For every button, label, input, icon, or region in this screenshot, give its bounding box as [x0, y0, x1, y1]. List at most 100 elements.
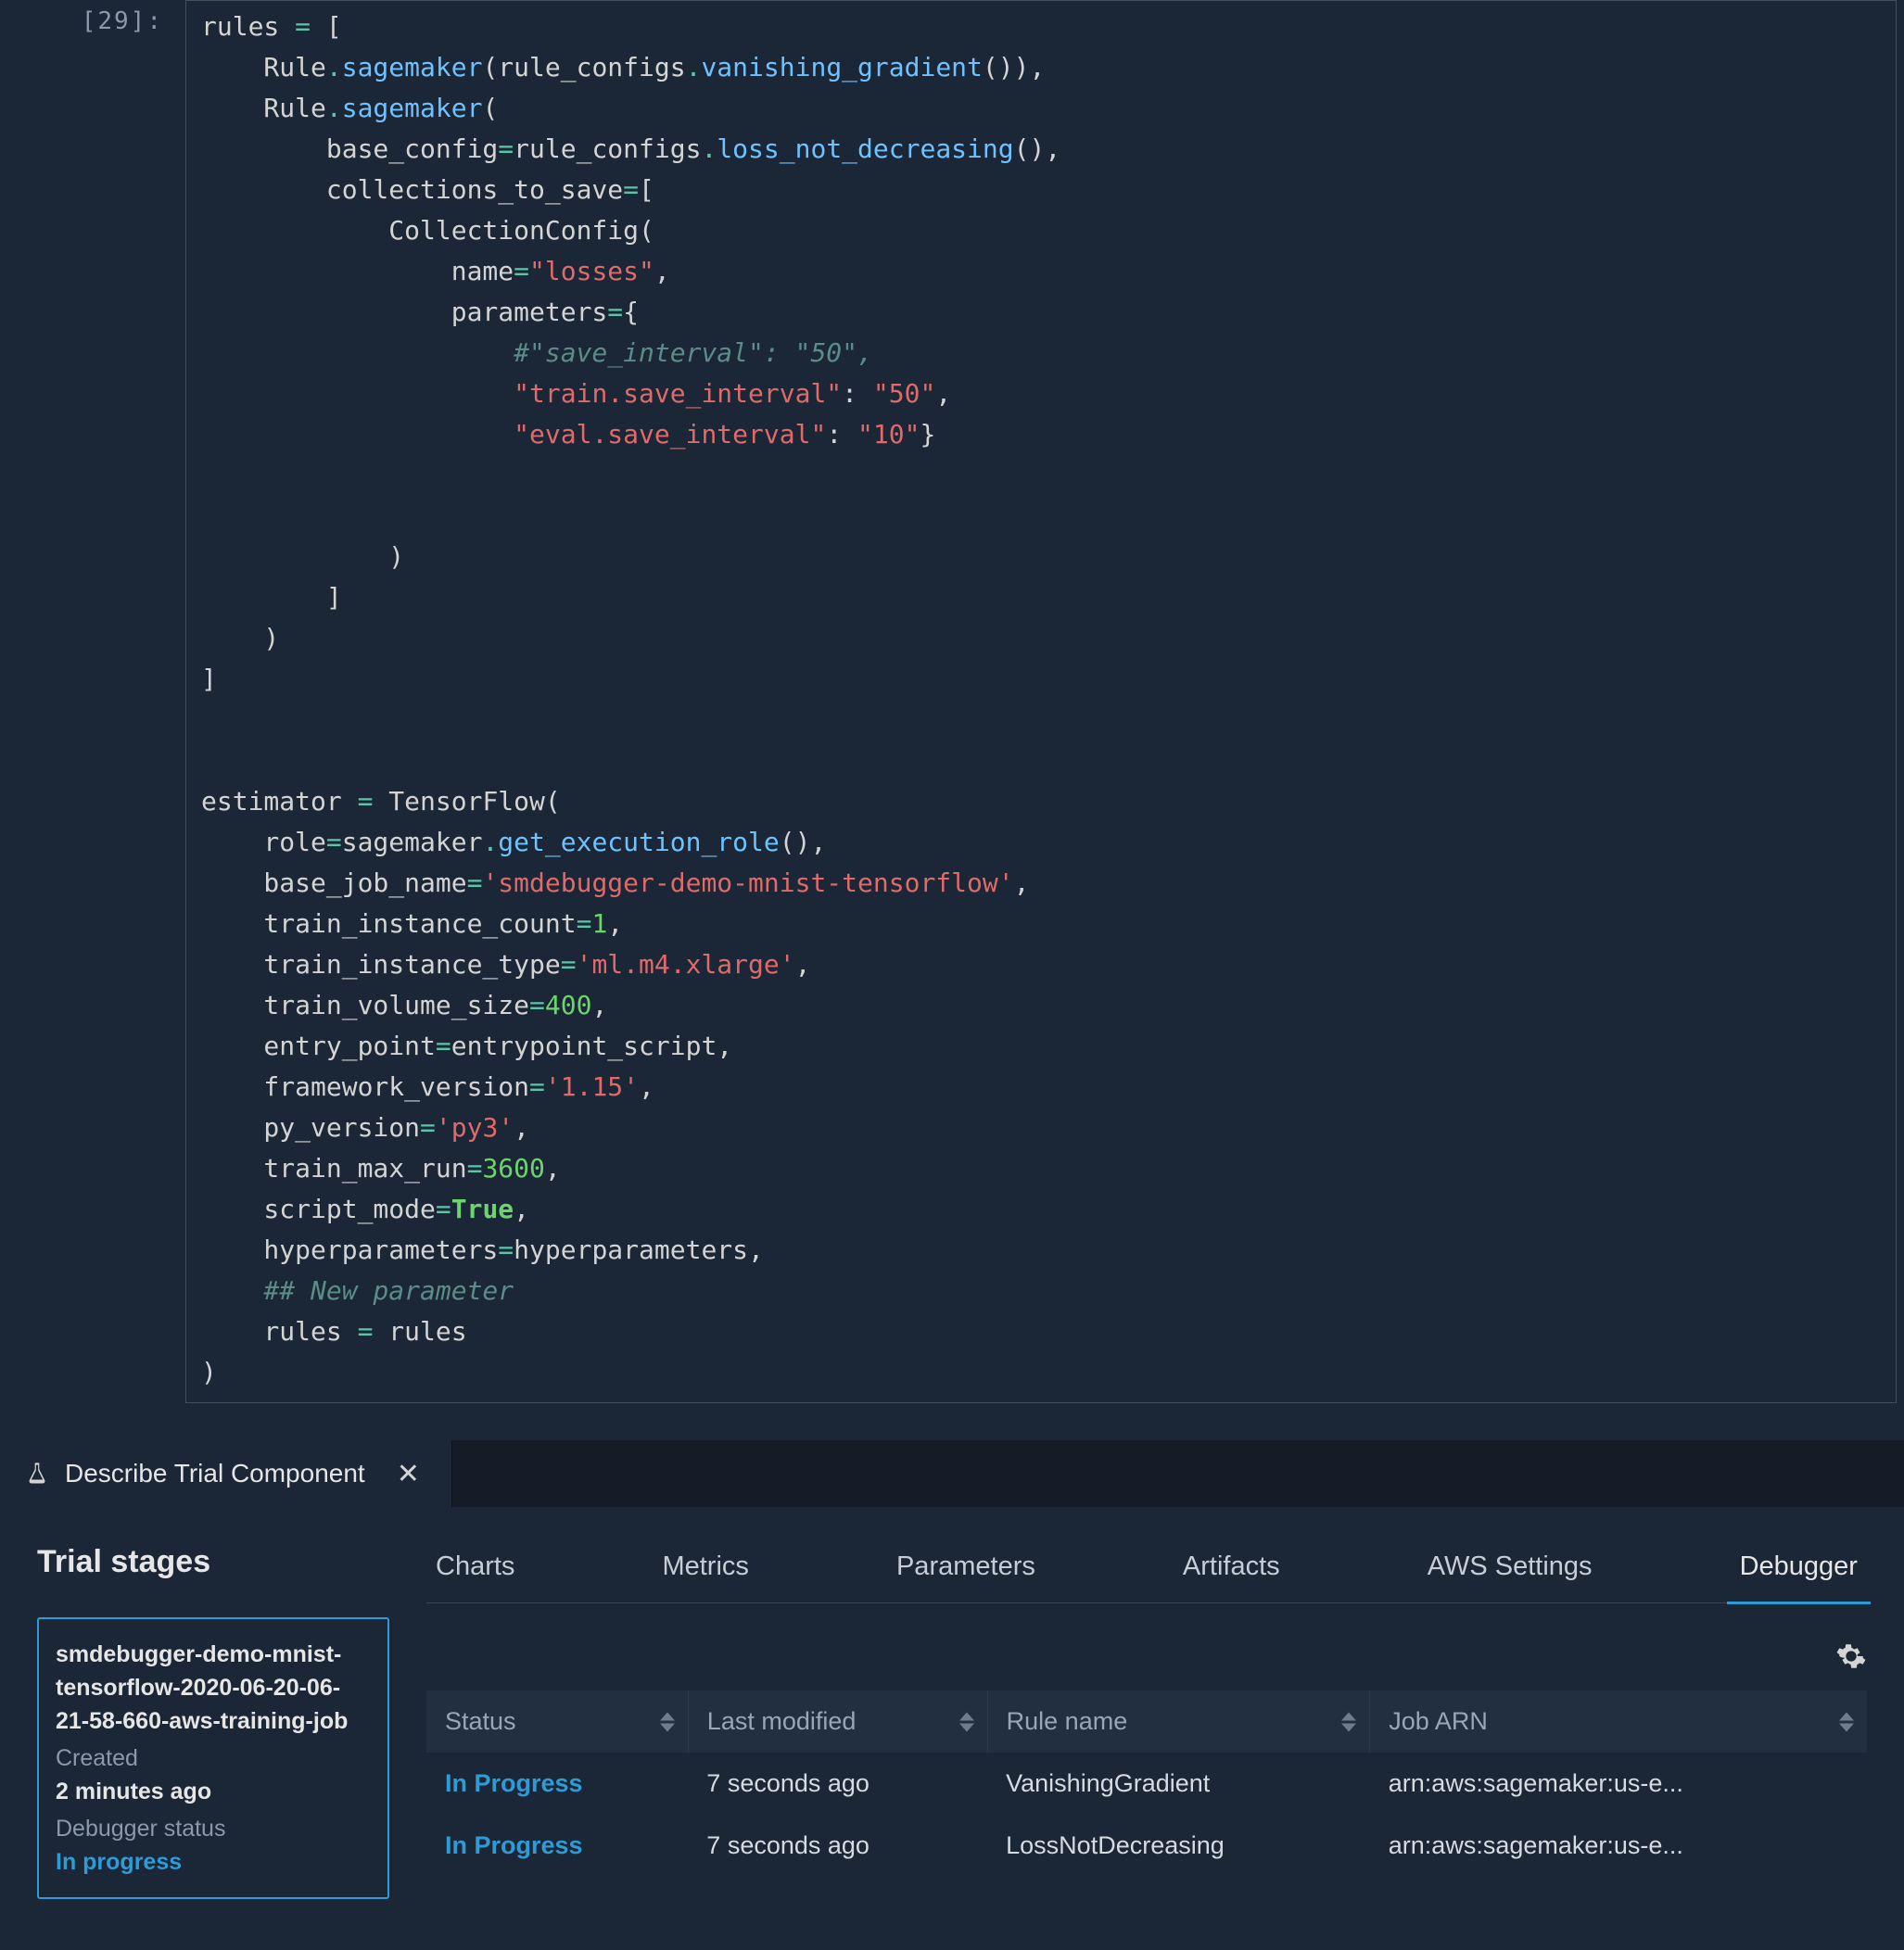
- code-token: :: [842, 378, 873, 409]
- code-token: ): [201, 623, 279, 653]
- code-token: =: [295, 11, 311, 42]
- code-token: (),: [780, 827, 827, 857]
- code-token: }: [920, 419, 935, 450]
- code-token: =: [326, 827, 342, 857]
- code-token: "train.save_interval": [514, 378, 842, 409]
- code-token: 400: [545, 990, 592, 1020]
- code-comment: ## New parameter: [201, 1275, 514, 1306]
- code-token: estimator: [201, 786, 358, 817]
- code-token: ): [201, 1357, 217, 1387]
- code-token: =: [498, 1235, 514, 1265]
- code-token: .: [482, 827, 498, 857]
- th-label: Job ARN: [1389, 1707, 1488, 1735]
- bottom-panel-tabs: Describe Trial Component ✕: [0, 1440, 1904, 1507]
- stage-dbg-label: Debugger status: [56, 1812, 371, 1845]
- code-token: :: [826, 419, 857, 450]
- code-token: ]: [201, 664, 217, 694]
- code-token: =: [467, 867, 483, 898]
- code-token: base_job_name: [201, 867, 467, 898]
- tab-artifacts[interactable]: Artifacts: [1174, 1551, 1289, 1582]
- trial-stages-heading: Trial stages: [37, 1544, 389, 1580]
- gear-row: [426, 1640, 1867, 1672]
- panel-content: Charts Metrics Parameters Artifacts AWS …: [426, 1544, 1867, 1899]
- table-row[interactable]: In Progress 7 seconds ago VanishingGradi…: [426, 1753, 1867, 1815]
- code-token: ,: [514, 1112, 529, 1143]
- code-token: (rule_configs: [482, 52, 685, 82]
- sort-icon[interactable]: [1839, 1712, 1854, 1731]
- code-token: =: [436, 1194, 451, 1224]
- gear-icon[interactable]: [1835, 1640, 1867, 1672]
- code-token: =: [436, 1031, 451, 1061]
- code-token: CollectionConfig(: [201, 215, 654, 246]
- code-token: [: [639, 174, 654, 205]
- stage-created-label: Created: [56, 1741, 371, 1775]
- code-token: [201, 378, 514, 409]
- code-token: sagemaker: [342, 52, 483, 82]
- code-token: "50": [873, 378, 935, 409]
- tab-charts[interactable]: Charts: [426, 1551, 524, 1582]
- td-modified: 7 seconds ago: [688, 1815, 987, 1877]
- code-token: ,: [795, 949, 811, 980]
- code-token: rule_configs: [514, 133, 701, 164]
- code-token: entrypoint_script,: [451, 1031, 732, 1061]
- code-token: =: [529, 990, 545, 1020]
- close-icon[interactable]: ✕: [389, 1458, 427, 1490]
- code-token: =: [529, 1071, 545, 1102]
- code-token: ,: [591, 990, 607, 1020]
- table-header-row: Status Last modified Rule name Job ARN: [426, 1690, 1867, 1753]
- td-rule: LossNotDecreasing: [987, 1815, 1370, 1877]
- code-token: name: [201, 256, 514, 286]
- code-token: ,: [607, 908, 623, 939]
- code-token: role: [201, 827, 326, 857]
- stage-card[interactable]: smdebugger-demo-mnist-tensorflow-2020-06…: [37, 1617, 389, 1899]
- th-status[interactable]: Status: [426, 1690, 688, 1753]
- table-row[interactable]: In Progress 7 seconds ago LossNotDecreas…: [426, 1815, 1867, 1877]
- code-token: parameters: [201, 297, 607, 327]
- panel-body: Trial stages smdebugger-demo-mnist-tenso…: [0, 1507, 1904, 1936]
- code-token: rules: [373, 1316, 466, 1347]
- code-token: =: [577, 908, 592, 939]
- th-label: Rule name: [1007, 1707, 1128, 1735]
- code-token: ): [201, 541, 404, 572]
- code-token: 'py3': [436, 1112, 514, 1143]
- th-job-arn[interactable]: Job ARN: [1370, 1690, 1867, 1753]
- code-token: .: [326, 93, 342, 123]
- td-modified: 7 seconds ago: [688, 1753, 987, 1815]
- code-token: =: [607, 297, 623, 327]
- flask-icon: [24, 1461, 50, 1487]
- panel-tab[interactable]: Describe Trial Component ✕: [0, 1440, 452, 1507]
- tab-parameters[interactable]: Parameters: [887, 1551, 1045, 1582]
- code-token: script_mode: [201, 1194, 436, 1224]
- stage-dbg-value: In progress: [56, 1845, 371, 1879]
- code-token: train_volume_size: [201, 990, 529, 1020]
- code-token: =: [623, 174, 639, 205]
- code-cell[interactable]: rules = [ Rule.sagemaker(rule_configs.va…: [185, 0, 1897, 1403]
- sort-icon[interactable]: [660, 1712, 675, 1731]
- code-token: =: [498, 133, 514, 164]
- code-token: =: [420, 1112, 436, 1143]
- td-status: In Progress: [426, 1815, 688, 1877]
- code-token: =: [358, 1316, 374, 1347]
- code-token: {: [623, 297, 639, 327]
- code-token: .: [686, 52, 702, 82]
- tab-aws-settings[interactable]: AWS Settings: [1418, 1551, 1602, 1582]
- code-token: True: [451, 1194, 514, 1224]
- code-token: 'ml.m4.xlarge': [577, 949, 795, 980]
- code-token: Rule: [201, 93, 326, 123]
- code-token: 'smdebugger-demo-mnist-tensorflow': [482, 867, 1013, 898]
- code-comment: #"save_interval": "50",: [201, 337, 873, 368]
- sort-icon[interactable]: [959, 1712, 974, 1731]
- code-token: train_instance_count: [201, 908, 577, 939]
- tab-metrics[interactable]: Metrics: [653, 1551, 757, 1582]
- th-label: Status: [445, 1707, 516, 1735]
- th-last-modified[interactable]: Last modified: [688, 1690, 987, 1753]
- panel-tab-title: Describe Trial Component: [65, 1459, 365, 1488]
- code-token: ,: [514, 1194, 529, 1224]
- code-token: rules: [201, 1316, 358, 1347]
- code-token: ()),: [983, 52, 1045, 82]
- code-cell-wrap: [29]: rules = [ Rule.sagemaker(rule_conf…: [0, 0, 1904, 1440]
- sort-icon[interactable]: [1341, 1712, 1356, 1731]
- tab-debugger[interactable]: Debugger: [1731, 1551, 1867, 1582]
- code-token: hyperparameters: [201, 1235, 498, 1265]
- th-rule-name[interactable]: Rule name: [987, 1690, 1370, 1753]
